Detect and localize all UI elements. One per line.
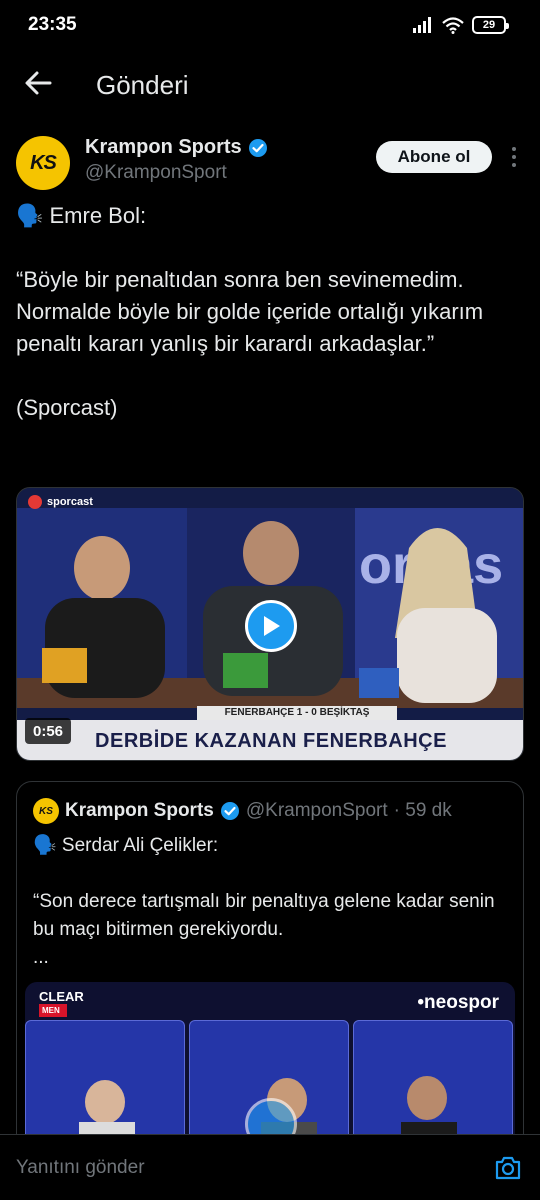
- quoted-author-handle: @KramponSport: [245, 800, 388, 821]
- video-duration: 0:56: [25, 718, 72, 744]
- play-icon: [264, 616, 280, 636]
- reply-input[interactable]: Yanıtını gönder: [16, 1157, 145, 1179]
- battery-icon: 29: [472, 16, 509, 34]
- avatar-text: KS: [30, 151, 57, 174]
- subscribe-button[interactable]: Abone ol: [376, 141, 492, 173]
- page-title: Gönderi: [96, 70, 189, 100]
- video-channel-logo: sporcast: [27, 494, 93, 510]
- quoted-post-header: KS Krampon Sports @KramponSport · 59 dk: [33, 798, 452, 824]
- quoted-ellipsis: ...: [33, 947, 49, 968]
- status-time: 23:35: [28, 14, 77, 35]
- author-handle[interactable]: @KramponSport: [85, 162, 227, 184]
- wifi-icon: [442, 16, 464, 34]
- reply-bar: Yanıtını gönder: [0, 1134, 540, 1200]
- quoted-post[interactable]: KS Krampon Sports @KramponSport · 59 dk …: [16, 781, 524, 1161]
- verified-badge-icon: [220, 802, 239, 820]
- quoted-avatar: KS: [33, 798, 59, 824]
- author-name-row[interactable]: Krampon Sports: [85, 136, 268, 159]
- verified-badge-icon: [248, 138, 267, 157]
- back-arrow-icon[interactable]: [20, 68, 56, 98]
- quoted-quote: “Son derece tartışmalı bir penaltıya gel…: [33, 891, 495, 940]
- video-channel-name: sporcast: [47, 496, 93, 508]
- post-author: KS Krampon Sports @KramponSport Abone ol: [16, 136, 524, 190]
- quoted-post-body: 🗣️ Serdar Ali Çelikler: “Son derece tart…: [33, 832, 513, 972]
- post-quote: “Böyle bir penaltıdan sonra ben sevineme…: [16, 267, 484, 356]
- video-score-line: FENERBAHÇE 1 - 0 BEŞİKTAŞ: [197, 706, 397, 720]
- more-vertical-icon[interactable]: [504, 144, 524, 170]
- post-source: (Sporcast): [16, 395, 118, 420]
- quoted-post-time: · 59 dk: [393, 800, 452, 821]
- camera-icon[interactable]: [494, 1155, 522, 1181]
- video-headline: DERBİDE KAZANAN FENERBAHÇE: [17, 720, 523, 760]
- signal-icon: [413, 17, 431, 33]
- quoted-speaker: 🗣️ Serdar Ali Çelikler:: [33, 835, 219, 856]
- top-navbar: Gönderi: [0, 52, 540, 114]
- post-speaker: 🗣️ Emre Bol:: [16, 203, 147, 228]
- author-name: Krampon Sports: [85, 136, 242, 158]
- status-bar: 23:35 29: [0, 0, 540, 52]
- post-video[interactable]: orcas sporcast FENERBAHÇE 1 - 0 BEŞİKTAŞ…: [16, 487, 524, 761]
- sporcast-logo-icon: [28, 495, 42, 509]
- post-body: 🗣️ Emre Bol: “Böyle bir penaltıdan sonra…: [16, 200, 526, 424]
- status-icons: 29: [412, 16, 509, 34]
- play-button[interactable]: [245, 600, 297, 652]
- quoted-author-name: Krampon Sports: [65, 800, 214, 821]
- avatar[interactable]: KS: [16, 136, 70, 190]
